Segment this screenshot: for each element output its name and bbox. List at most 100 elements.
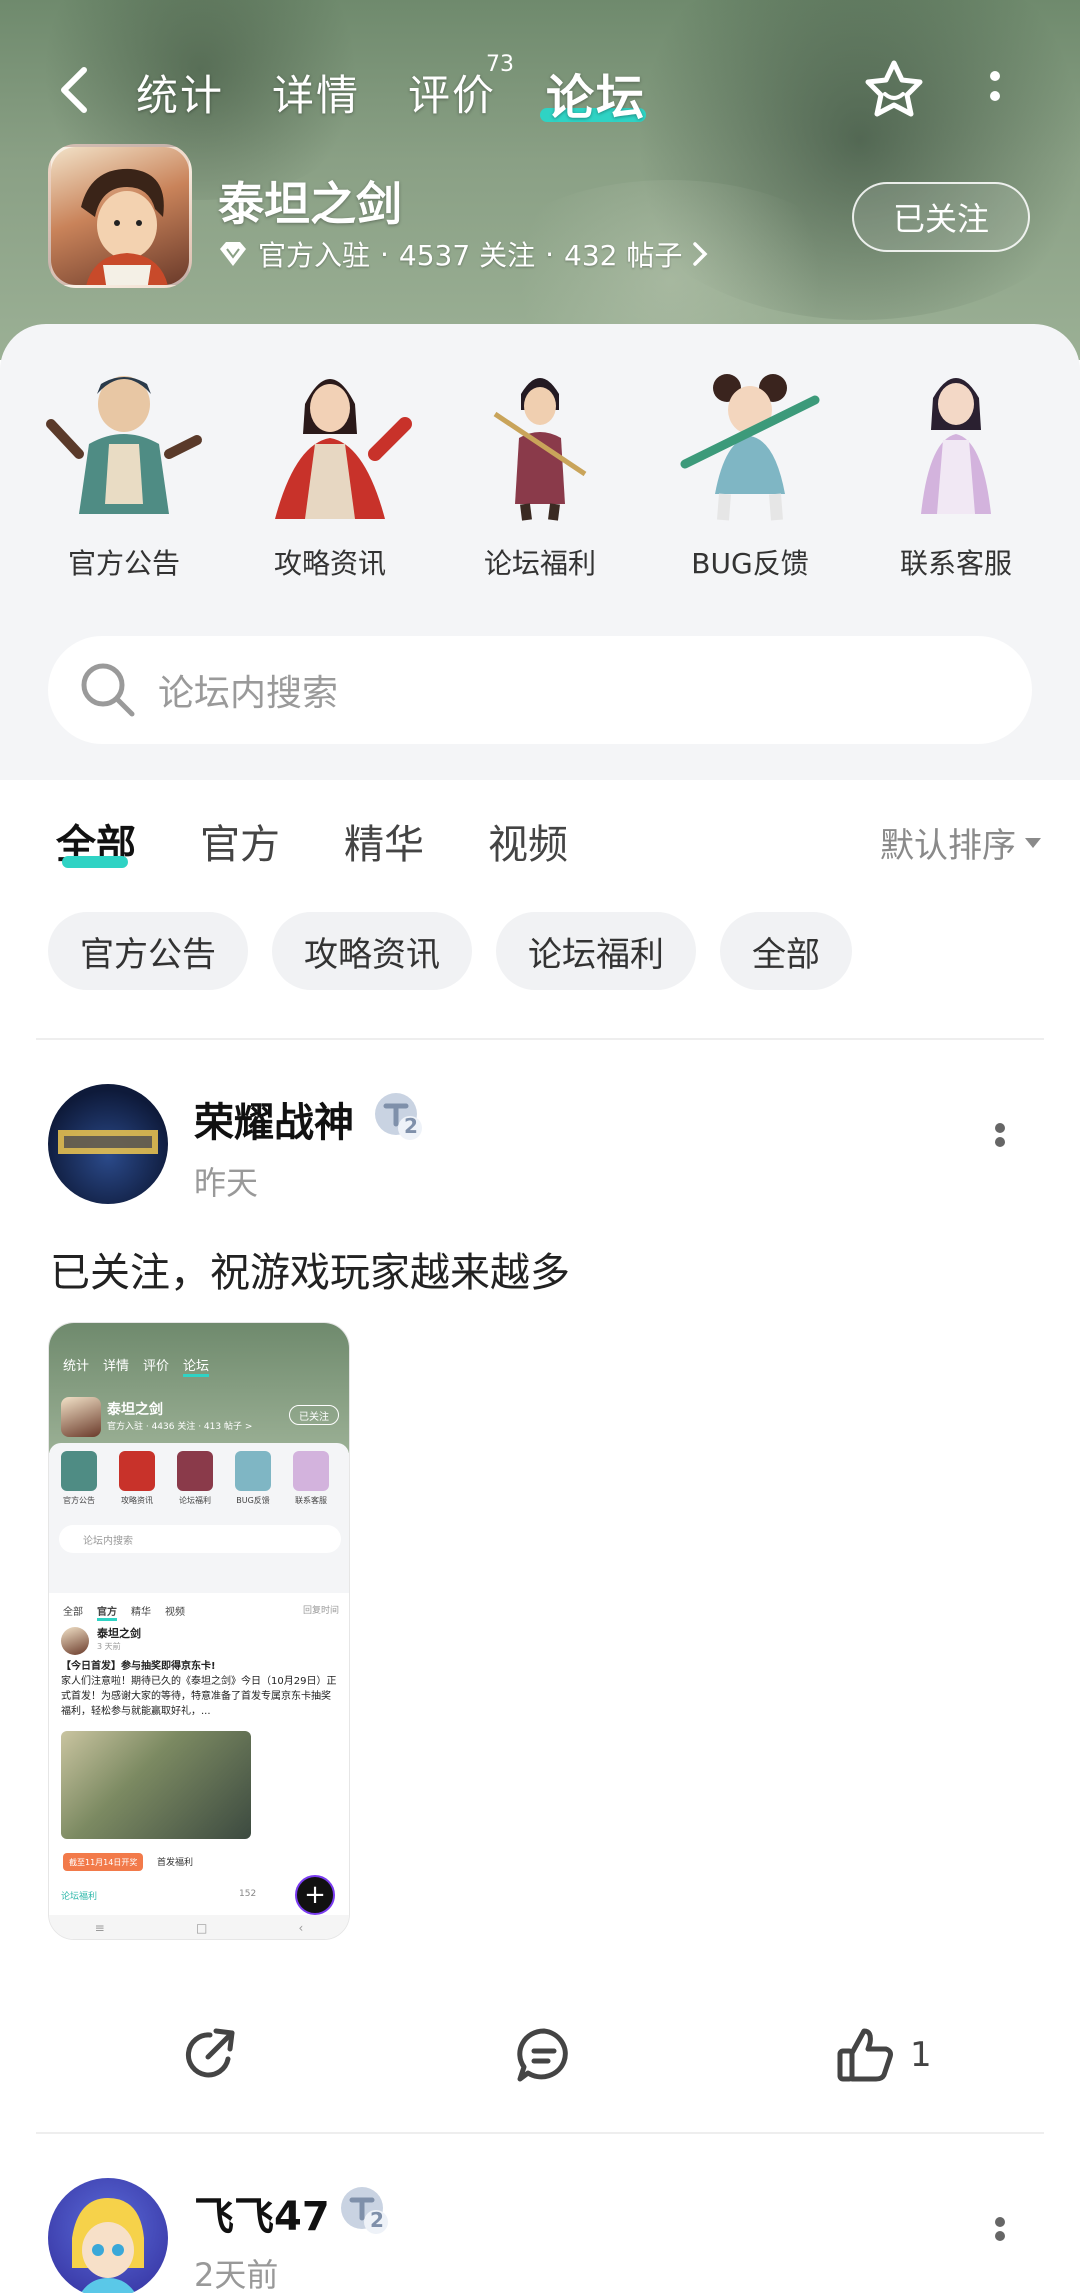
tab-details[interactable]: 详情 xyxy=(272,62,360,123)
official-label: 官方入驻 xyxy=(258,239,371,272)
post-more-button[interactable] xyxy=(990,1118,1010,1168)
image-system-nav: ≡ □ ‹ xyxy=(49,1915,349,1939)
image-text: 泰坦之剑 xyxy=(107,1402,163,1418)
image-text: 论坛 xyxy=(183,1355,210,1377)
image-artwork xyxy=(61,1731,251,1839)
sort-dropdown[interactable]: 默认排序 xyxy=(880,818,1042,867)
image-text: 统计 xyxy=(63,1359,90,1374)
post-image[interactable]: 统计 详情 评价 论坛 泰坦之剑 官方入驻 · 4436 关注 · 413 帖子… xyxy=(48,1322,350,1940)
like-button[interactable]: 1 xyxy=(836,2010,932,2100)
avatar-image xyxy=(58,1130,158,1154)
divider xyxy=(36,1038,1044,1040)
game-icon[interactable] xyxy=(48,144,192,288)
image-text: 论坛福利 xyxy=(179,1496,211,1505)
chip-benefits[interactable]: 论坛福利 xyxy=(496,912,696,990)
young-swordsman-figure-icon xyxy=(455,354,625,524)
search-placeholder: 论坛内搜索 xyxy=(158,673,339,714)
level-number: 2 xyxy=(404,1114,418,1138)
tab-stats[interactable]: 统计 xyxy=(136,62,224,123)
chevron-left-icon xyxy=(61,67,87,113)
post-actions: 1 xyxy=(0,2010,1080,2100)
image-text: 官方 xyxy=(97,1603,117,1621)
post-content[interactable]: 已关注，祝游戏玩家越来越多 xyxy=(50,1240,570,1298)
category-benefits[interactable]: 论坛福利 xyxy=(450,354,630,582)
image-plus-icon: + xyxy=(295,1875,335,1915)
level-badge: 2 xyxy=(372,1090,424,1142)
image-menu-icon: ≡ xyxy=(94,1921,105,1935)
image-home-icon: □ xyxy=(195,1921,208,1935)
forum-header: 统计 详情 评价 73 论坛 泰坦之剑 官方入驻 · 4537 关注 · 432… xyxy=(0,0,1080,360)
image-back-icon: ‹ xyxy=(298,1921,304,1935)
image-text: 回复时间 xyxy=(302,1606,339,1616)
level-badge: 2 xyxy=(338,2184,390,2236)
image-avatar xyxy=(61,1627,89,1655)
image-text: 官方入驻 · 4436 关注 · 413 帖子 > xyxy=(107,1422,253,1432)
level-number: 2 xyxy=(370,2208,384,2232)
avatar[interactable] xyxy=(48,1084,168,1204)
share-button[interactable] xyxy=(180,2010,240,2100)
comment-button[interactable] xyxy=(514,2010,574,2100)
category-bug-report[interactable]: BUG反馈 xyxy=(660,354,840,582)
image-text: 精华 xyxy=(131,1607,151,1618)
star-face-icon xyxy=(865,60,923,117)
image-text: 详情 xyxy=(103,1359,130,1374)
image-text: 首发福利 xyxy=(157,1858,194,1868)
image-text: 视频 xyxy=(165,1607,185,1618)
favorite-button[interactable] xyxy=(862,58,926,122)
image-text: 泰坦之剑 xyxy=(97,1627,141,1640)
divider xyxy=(36,2132,1044,2134)
thumbs-up-icon xyxy=(837,2028,893,2082)
filter-tab-video[interactable]: 视频 xyxy=(488,812,568,870)
post-author[interactable]: 飞飞47 xyxy=(194,2184,330,2242)
image-game-icon xyxy=(61,1397,101,1437)
filter-tab-featured[interactable]: 精华 xyxy=(344,812,424,870)
like-count: 1 xyxy=(910,2035,932,2075)
post-more-button[interactable] xyxy=(990,2212,1010,2262)
hero-portrait-icon xyxy=(81,168,168,285)
filter-tab-official[interactable]: 官方 xyxy=(200,812,280,870)
comment-icon xyxy=(517,2028,568,2082)
avatar[interactable] xyxy=(48,2178,168,2293)
image-text: 攻略资讯 xyxy=(121,1496,153,1505)
category-customer-service[interactable]: 联系客服 xyxy=(866,354,1046,582)
category-announcements[interactable]: 官方公告 xyxy=(34,354,214,582)
category-guides[interactable]: 攻略资讯 xyxy=(240,354,420,582)
chip-announcements[interactable]: 官方公告 xyxy=(48,912,248,990)
lilac-lady-figure-icon xyxy=(871,354,1041,524)
back-button[interactable] xyxy=(56,62,100,118)
more-options-button[interactable] xyxy=(980,62,1010,118)
image-text: 已关注 xyxy=(289,1405,339,1425)
more-vertical-icon xyxy=(995,2217,1005,2241)
follow-button[interactable]: 已关注 xyxy=(852,182,1030,252)
share-icon xyxy=(185,2028,235,2078)
image-text: 截至11月14日开奖 xyxy=(63,1853,144,1871)
more-vertical-icon xyxy=(990,71,1000,101)
game-meta[interactable]: 官方入驻 · 4537 关注 · 432 帖子 xyxy=(218,234,708,274)
diamond-icon xyxy=(220,242,246,266)
image-text: 论坛福利 xyxy=(61,1892,98,1902)
warrior-figure-icon xyxy=(39,354,209,524)
image-text: 联系客服 xyxy=(295,1496,327,1505)
filter-tab-indicator xyxy=(62,856,128,868)
game-title: 泰坦之剑 xyxy=(218,177,402,231)
category-chips: 官方公告 攻略资讯 论坛福利 全部 xyxy=(48,912,852,990)
image-text: 官方公告 xyxy=(63,1496,95,1505)
chip-guides[interactable]: 攻略资讯 xyxy=(272,912,472,990)
tab-forum[interactable]: 论坛 xyxy=(546,58,646,128)
image-text: 【今日首发】参与抽奖即得京东卡! xyxy=(61,1661,216,1672)
image-text: 评价 xyxy=(143,1359,170,1374)
chevron-right-icon xyxy=(693,242,708,266)
tab-reviews[interactable]: 评价 xyxy=(408,62,496,123)
image-panel: 官方公告 攻略资讯 论坛福利 BUG反馈 联系客服 论坛内搜索 xyxy=(49,1443,349,1593)
post-count: 432 帖子 xyxy=(564,239,683,272)
filter-tabs: 全部 官方 精华 视频 默认排序 xyxy=(0,780,1080,900)
red-lady-figure-icon xyxy=(245,354,415,524)
chip-all[interactable]: 全部 xyxy=(720,912,852,990)
search-icon xyxy=(81,663,135,717)
sort-label: 默认排序 xyxy=(880,826,1016,866)
search-input[interactable]: 论坛内搜索 xyxy=(48,636,1032,744)
caret-down-icon xyxy=(1025,837,1041,848)
post-author[interactable]: 荣耀战神 xyxy=(194,1090,354,1148)
image-text: 3 天前 xyxy=(97,1642,121,1651)
image-text: 论坛内搜索 xyxy=(59,1525,341,1553)
